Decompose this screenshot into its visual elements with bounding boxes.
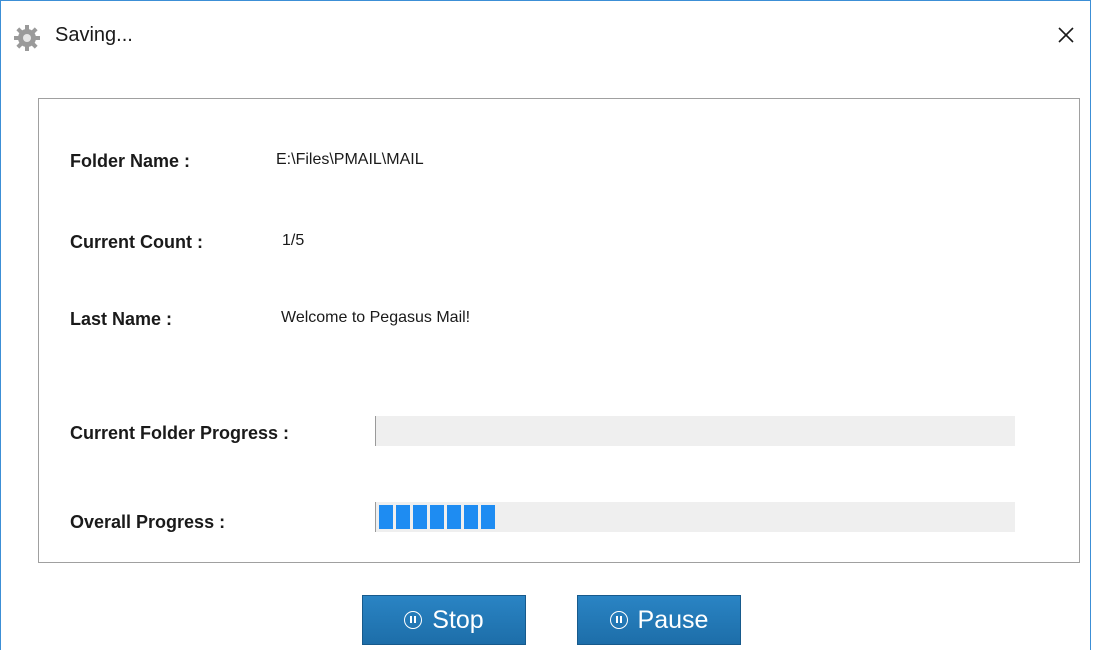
current-folder-progress-bar — [375, 416, 1015, 446]
last-name-value: Welcome to Pegasus Mail! — [281, 309, 471, 326]
overall-progress-label: Overall Progress : — [70, 512, 226, 532]
progress-segment — [481, 505, 495, 529]
gear-icon — [14, 25, 40, 51]
progress-segment — [447, 505, 461, 529]
status-panel: Folder Name : E:\Files\PMAIL\MAIL Curren… — [38, 98, 1080, 563]
progress-segment — [396, 505, 410, 529]
overall-progress-bar — [375, 502, 1015, 532]
current-folder-progress-label: Current Folder Progress : — [70, 423, 290, 443]
saving-dialog: Saving... Folder Name : E:\Files\PMAIL\M… — [0, 0, 1091, 650]
overall-progress-fill — [379, 505, 495, 529]
pause-circle-icon — [404, 611, 423, 629]
progress-segment — [379, 505, 393, 529]
pause-button-label: Pause — [637, 605, 709, 634]
progress-segment — [464, 505, 478, 529]
close-icon[interactable] — [1046, 15, 1086, 55]
progress-segment — [430, 505, 444, 529]
progress-segment — [413, 505, 427, 529]
stop-button-label: Stop — [432, 605, 484, 634]
pause-circle-icon — [609, 611, 628, 629]
title-bar: Saving... — [1, 1, 1090, 51]
stop-button[interactable]: Stop — [362, 595, 526, 645]
current-count-value: 1/5 — [282, 232, 305, 249]
folder-name-value: E:\Files\PMAIL\MAIL — [276, 151, 424, 168]
current-count-label: Current Count : — [70, 232, 203, 252]
window-title: Saving... — [55, 24, 133, 46]
last-name-label: Last Name : — [70, 309, 173, 329]
pause-button[interactable]: Pause — [577, 595, 741, 645]
folder-name-label: Folder Name : — [70, 151, 191, 171]
